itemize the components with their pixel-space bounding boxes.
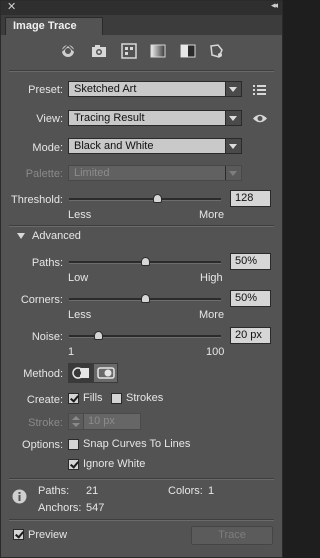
preset-value: Sketched Art <box>74 83 137 95</box>
corners-value-field[interactable]: 50% <box>230 290 271 307</box>
method-overlapping-button[interactable] <box>93 363 118 383</box>
abutting-icon <box>72 367 89 379</box>
high-color-icon[interactable] <box>91 43 107 59</box>
stroke-value: 10 px <box>88 415 115 427</box>
preview-label: Preview <box>28 529 68 541</box>
corners-max-label: More <box>199 309 225 321</box>
noise-slider-track[interactable] <box>69 335 221 338</box>
mode-select[interactable]: Black and White <box>68 138 242 154</box>
corners-label: Corners: <box>20 294 63 306</box>
palette-label: Palette: <box>25 168 63 180</box>
advanced-toggle[interactable]: Advanced <box>32 230 81 242</box>
paths-min-label: Low <box>68 272 89 284</box>
outline-icon[interactable] <box>208 43 224 59</box>
threshold-value-field[interactable]: 128 <box>230 190 271 207</box>
palette-value: Limited <box>74 167 110 179</box>
paths-slider-knob[interactable] <box>141 257 150 266</box>
mode-value: Black and White <box>74 140 154 152</box>
mode-label: Mode: <box>32 142 63 154</box>
image-trace-panel: ✕ ◂◂ Image Trace Preset: Sketched Art Vi… <box>0 0 283 558</box>
trace-button[interactable]: Trace <box>191 526 273 545</box>
method-abutting-button[interactable] <box>68 363 93 383</box>
threshold-max-label: More <box>199 209 225 221</box>
stats-paths-value: 21 <box>86 485 99 497</box>
corners-min-label: Less <box>68 309 92 321</box>
divider <box>9 225 274 227</box>
noise-min-label: 1 <box>68 346 75 358</box>
stepper-arrows-icon[interactable] <box>69 414 84 429</box>
paths-max-label: High <box>200 272 223 284</box>
stroke-stepper[interactable]: 10 px <box>68 413 141 430</box>
panel-titlebar: ✕ ◂◂ <box>1 0 282 15</box>
tab-row: Image Trace <box>1 15 282 35</box>
threshold-value: 128 <box>235 192 254 204</box>
close-icon[interactable]: ✕ <box>7 0 16 13</box>
info-icon <box>12 489 27 504</box>
view-value: Tracing Result <box>74 112 145 124</box>
preset-icons-row <box>1 38 282 68</box>
corners-value: 50% <box>235 292 258 304</box>
paths-value-field[interactable]: 50% <box>230 253 271 270</box>
view-label: View: <box>36 113 63 125</box>
list-menu-icon[interactable] <box>253 84 266 95</box>
noise-slider-knob[interactable] <box>93 331 103 340</box>
divider <box>9 70 274 72</box>
palette-select[interactable]: Limited <box>68 165 242 181</box>
chevron-down-icon <box>225 111 241 125</box>
noise-label: Noise: <box>31 331 63 343</box>
threshold-label: Threshold: <box>11 194 63 206</box>
stats-paths-label: Paths: <box>38 485 70 497</box>
stats-colors-label: Colors: <box>168 485 203 497</box>
threshold-min-label: Less <box>68 209 92 221</box>
noise-max-label: 100 <box>206 346 225 358</box>
stats-anchors-label: Anchors: <box>38 502 82 514</box>
chevron-down-icon <box>225 82 241 96</box>
threshold-slider-knob[interactable] <box>153 194 163 203</box>
stats-colors-value: 1 <box>208 485 215 497</box>
chevron-down-icon <box>225 139 241 153</box>
overlapping-icon <box>97 367 115 379</box>
fills-label: Fills <box>83 392 103 404</box>
preview-checkbox[interactable] <box>13 529 24 540</box>
grayscale-icon[interactable] <box>150 43 166 59</box>
snap-curves-checkbox[interactable] <box>68 439 79 450</box>
tab-title: Image Trace <box>13 20 77 32</box>
low-color-icon[interactable] <box>121 43 137 59</box>
black-and-white-icon[interactable] <box>180 43 196 59</box>
corners-slider-knob[interactable] <box>141 294 150 303</box>
fills-checkbox[interactable] <box>68 393 79 404</box>
method-label: Method: <box>23 368 63 380</box>
ignore-white-checkbox[interactable] <box>68 459 79 470</box>
preset-label: Preset: <box>28 84 63 96</box>
noise-value: 20 px <box>235 329 262 341</box>
stroke-label: Stroke: <box>28 417 63 429</box>
ignore-white-label: Ignore White <box>83 458 146 470</box>
view-select[interactable]: Tracing Result <box>68 110 242 126</box>
divider <box>9 478 274 480</box>
strokes-label: Strokes <box>126 392 164 404</box>
disclosure-triangle-icon[interactable] <box>17 233 25 239</box>
paths-label: Paths: <box>31 257 63 269</box>
eye-icon[interactable] <box>252 113 268 124</box>
noise-value-field[interactable]: 20 px <box>230 327 271 344</box>
tab-image-trace[interactable]: Image Trace <box>5 17 103 35</box>
auto-color-icon[interactable] <box>60 43 76 59</box>
stats-anchors-value: 547 <box>86 502 105 514</box>
chevron-down-icon <box>225 166 241 180</box>
strokes-checkbox[interactable] <box>111 393 122 404</box>
snap-curves-label: Snap Curves To Lines <box>83 438 191 450</box>
collapse-icon[interactable]: ◂◂ <box>271 0 278 11</box>
threshold-slider-track[interactable] <box>69 198 221 201</box>
paths-value: 50% <box>235 255 258 267</box>
options-label: Options: <box>22 439 63 451</box>
create-label: Create: <box>26 394 63 406</box>
divider <box>9 519 274 521</box>
preset-select[interactable]: Sketched Art <box>68 81 242 97</box>
